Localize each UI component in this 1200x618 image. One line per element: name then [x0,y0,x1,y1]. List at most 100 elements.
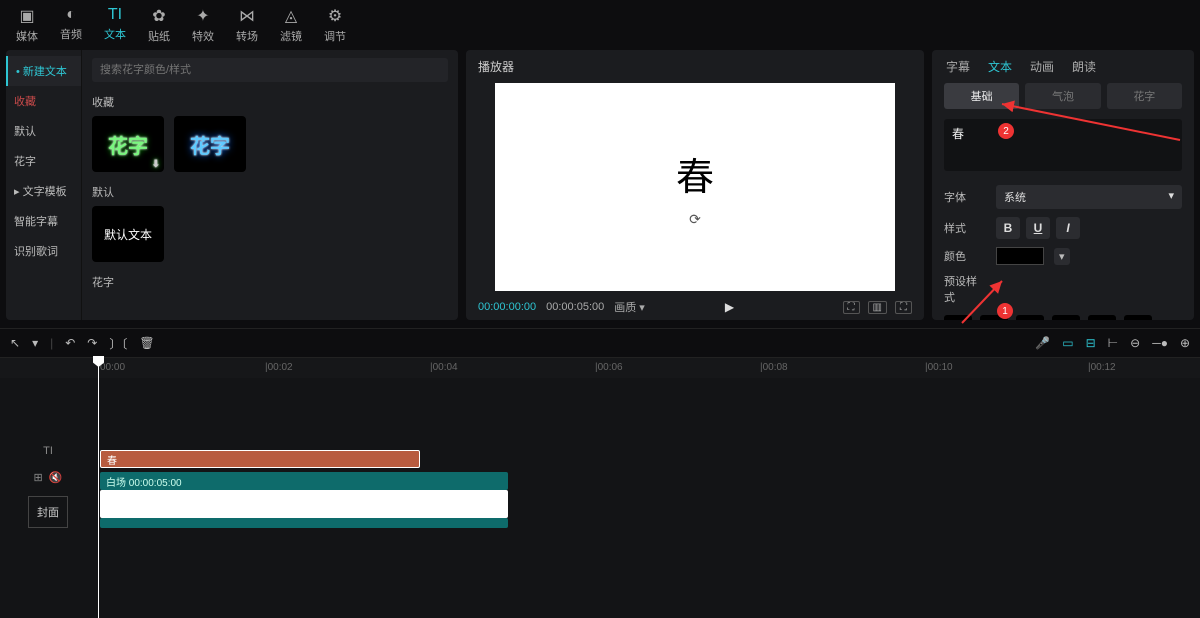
annotation-badge-2: 2 [998,123,1014,139]
fullscreen-icon[interactable]: ⛶ [895,301,912,314]
tool-adjust[interactable]: ⚙调节 [314,4,356,50]
tool-effect[interactable]: ✦特效 [182,4,224,50]
ruler-tick: 00:00 [100,362,125,373]
side-smart-subtitle[interactable]: 智能字幕 [6,206,81,236]
tool-audio[interactable]: ◐音频 [50,4,92,50]
media-icon: ▣ [6,6,48,26]
preset-5[interactable]: T [1124,315,1152,320]
play-button[interactable]: ▶ [725,300,734,314]
tab-read[interactable]: 朗读 [1072,58,1096,75]
download-icon: ⬇ [152,159,160,170]
tool-sticker[interactable]: ✿贴纸 [138,4,180,50]
pointer-drop-icon[interactable]: ▾ [32,336,38,350]
property-panel: 字幕 文本 动画 朗读 基础 气泡 花字 春 字体 系统▾ 样式 B U I 颜… [932,50,1194,320]
text-input-area[interactable]: 春 [944,119,1182,171]
annotation-badge-1: 1 [997,303,1013,319]
timeline-ruler[interactable]: 00:00|00:02|00:04|00:06|00:08|00:10|00:1… [0,358,1200,378]
zoom-fit-icon[interactable]: ⊕ [1180,336,1190,350]
player-title: 播放器 [466,50,924,83]
asset-panel: • 新建文本 收藏 默认 花字 ▸ 文字模板 智能字幕 识别歌词 收藏 花字⬇ … [6,50,458,320]
subtab-bubble[interactable]: 气泡 [1025,83,1100,109]
player-panel: 播放器 春 ⟳ 00:00:00:00 00:00:05:00 画质 ▾ ▶ ⛶… [466,50,924,320]
text-icon: TI [94,6,136,24]
preset-4[interactable]: T [1088,315,1116,320]
magnet-icon[interactable]: ▭ [1062,336,1073,350]
tab-anim[interactable]: 动画 [1030,58,1054,75]
side-huazi[interactable]: 花字 [6,146,81,176]
thumb-huazi-2[interactable]: 花字 [174,116,246,172]
ruler-tick: |00:12 [1088,362,1116,373]
pointer-tool[interactable]: ↖ [10,336,20,350]
delete-button[interactable]: 🗑 [139,336,154,350]
side-default[interactable]: 默认 [6,116,81,146]
ruler-tick: |00:04 [430,362,458,373]
ruler-tick: |00:06 [595,362,623,373]
ruler-tick: |00:08 [760,362,788,373]
text-track-label: TI [0,438,96,464]
underline-button[interactable]: U [1026,217,1050,239]
compare-icon[interactable]: ▥ [868,301,887,314]
align-icon[interactable]: ⊢ [1108,336,1118,350]
side-recognize-lyrics[interactable]: 识别歌词 [6,236,81,266]
preset-3[interactable]: T [1052,315,1080,320]
zoom-slider[interactable]: ─● [1152,336,1168,350]
side-new-text[interactable]: • 新建文本 [6,56,81,86]
subtab-huazi[interactable]: 花字 [1107,83,1182,109]
expand-track-icon[interactable]: ⊞ [34,471,43,484]
audio-icon: ◐ [50,6,92,24]
time-current: 00:00:00:00 [478,301,536,313]
thumb-huazi-1[interactable]: 花字⬇ [92,116,164,172]
loading-icon: ⟳ [689,211,701,228]
video-clip[interactable] [100,490,508,518]
redo-button[interactable]: ↷ [87,336,97,350]
preset-none[interactable]: ⊘ [944,315,972,320]
split-button[interactable]: 〕〔 [109,335,127,352]
cover-button[interactable]: 封面 [28,496,68,528]
video-clip-footer [100,518,508,528]
font-label: 字体 [944,189,986,205]
mic-icon[interactable]: 🎤 [1035,336,1050,350]
section-huazi: 花字 [92,274,448,290]
canvas-text: 春 [676,146,714,201]
tab-text[interactable]: 文本 [988,58,1012,75]
section-default: 默认 [92,184,448,200]
tool-filter[interactable]: ◬滤镜 [270,4,312,50]
tab-subtitle[interactable]: 字幕 [946,58,970,75]
color-dropdown-icon[interactable]: ▾ [1054,248,1070,265]
player-canvas[interactable]: 春 ⟳ [495,83,895,291]
ratio-icon[interactable]: ⛶ [843,301,860,314]
link-icon[interactable]: ⊟ [1086,336,1096,350]
preset-label: 预设样式 [944,273,986,305]
quality-dropdown[interactable]: 画质 ▾ [614,299,645,315]
font-dropdown[interactable]: 系统▾ [996,185,1182,209]
transition-icon: ⋈ [226,6,268,26]
italic-button[interactable]: I [1056,217,1080,239]
tool-transition[interactable]: ⋈转场 [226,4,268,50]
text-clip[interactable]: 春 [100,450,420,468]
color-label: 颜色 [944,248,986,264]
tool-media[interactable]: ▣媒体 [6,4,48,50]
section-favorite: 收藏 [92,94,448,110]
style-label: 样式 [944,220,986,236]
effect-icon: ✦ [182,6,224,26]
bold-button[interactable]: B [996,217,1020,239]
side-text-template[interactable]: ▸ 文字模板 [6,176,81,206]
preset-2[interactable]: T [1016,315,1044,320]
filter-icon: ◬ [270,6,312,26]
undo-button[interactable]: ↶ [65,336,75,350]
color-picker[interactable] [996,247,1044,265]
playhead[interactable] [98,358,99,618]
ruler-tick: |00:10 [925,362,953,373]
search-input[interactable] [92,58,448,82]
sticker-icon: ✿ [138,6,180,26]
side-favorite[interactable]: 收藏 [6,86,81,116]
video-clip-header[interactable]: 白场 00:00:05:00 [100,472,508,490]
subtab-basic[interactable]: 基础 [944,83,1019,109]
adjust-icon: ⚙ [314,6,356,26]
mute-track-icon[interactable]: 🔇 [49,471,63,484]
timeline[interactable]: 00:00|00:02|00:04|00:06|00:08|00:10|00:1… [0,358,1200,618]
zoom-out-icon[interactable]: ⊖ [1130,336,1140,350]
thumb-default-text[interactable]: 默认文本 [92,206,164,262]
tool-text[interactable]: TI文本 [94,4,136,50]
time-total: 00:00:05:00 [546,301,604,313]
